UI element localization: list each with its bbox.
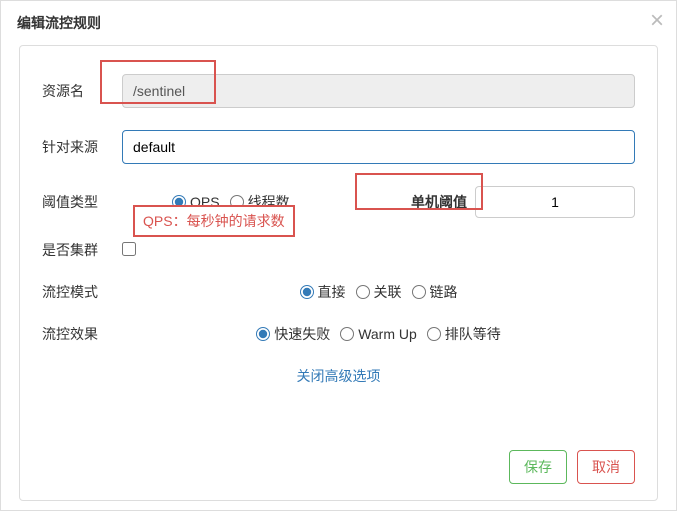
radio-effect-warmup[interactable]: Warm Up	[340, 326, 417, 342]
input-resource-name[interactable]	[122, 74, 635, 108]
radio-effect-queue-input[interactable]	[427, 327, 441, 341]
radio-mode-relation[interactable]: 关联	[356, 282, 402, 302]
row-resource-name: 资源名	[42, 74, 635, 108]
radio-mode-direct-input[interactable]	[300, 285, 314, 299]
radio-group-mode: 直接 关联 链路	[122, 282, 635, 302]
label-effect: 流控效果	[42, 324, 122, 344]
radio-effect-queue-label: 排队等待	[445, 324, 501, 344]
radio-group-effect: 快速失败 Warm Up 排队等待	[122, 324, 635, 344]
radio-effect-warmup-label: Warm Up	[358, 326, 417, 342]
row-cluster: 是否集群	[42, 240, 635, 260]
modal-body: 资源名 针对来源 阈值类型 QPS 线程数	[19, 45, 658, 501]
checkbox-cluster-wrap	[122, 242, 136, 259]
label-mode: 流控模式	[42, 282, 122, 302]
annotation-qps-note: QPS：每秒钟的请求数	[133, 205, 295, 237]
label-resource-name: 资源名	[42, 81, 122, 101]
radio-mode-chain-input[interactable]	[412, 285, 426, 299]
radio-mode-relation-label: 关联	[374, 282, 402, 302]
label-cluster: 是否集群	[42, 240, 122, 260]
modal-header: 编辑流控规则 ×	[1, 1, 676, 45]
close-icon[interactable]: ×	[650, 7, 664, 35]
cancel-button[interactable]: 取消	[577, 450, 635, 484]
threshold-right: 单机阈值	[411, 186, 635, 218]
radio-mode-chain[interactable]: 链路	[412, 282, 458, 302]
modal-title: 编辑流控规则	[17, 15, 101, 31]
input-source[interactable]	[122, 130, 635, 164]
modal-dialog: 编辑流控规则 × 资源名 针对来源 阈值类型 QPS	[0, 0, 677, 511]
radio-mode-chain-label: 链路	[430, 282, 458, 302]
row-threshold-type: 阈值类型 QPS 线程数 单机阈值	[42, 186, 635, 218]
radio-effect-warmup-input[interactable]	[340, 327, 354, 341]
label-source: 针对来源	[42, 137, 122, 157]
row-source: 针对来源	[42, 130, 635, 164]
modal-footer: 保存 取消	[509, 450, 635, 484]
checkbox-cluster[interactable]	[122, 242, 136, 256]
radio-effect-fail-input[interactable]	[256, 327, 270, 341]
radio-effect-fail-label: 快速失败	[274, 324, 330, 344]
row-effect: 流控效果 快速失败 Warm Up 排队等待	[42, 324, 635, 344]
radio-effect-fail[interactable]: 快速失败	[256, 324, 330, 344]
label-threshold-type: 阈值类型	[42, 192, 122, 212]
radio-mode-direct[interactable]: 直接	[300, 282, 346, 302]
radio-mode-direct-label: 直接	[318, 282, 346, 302]
save-button[interactable]: 保存	[509, 450, 567, 484]
input-threshold[interactable]	[475, 186, 635, 218]
radio-effect-queue[interactable]: 排队等待	[427, 324, 501, 344]
row-mode: 流控模式 直接 关联 链路	[42, 282, 635, 302]
toggle-advanced-link[interactable]: 关闭高级选项	[42, 366, 635, 386]
label-threshold: 单机阈值	[411, 192, 467, 212]
radio-mode-relation-input[interactable]	[356, 285, 370, 299]
